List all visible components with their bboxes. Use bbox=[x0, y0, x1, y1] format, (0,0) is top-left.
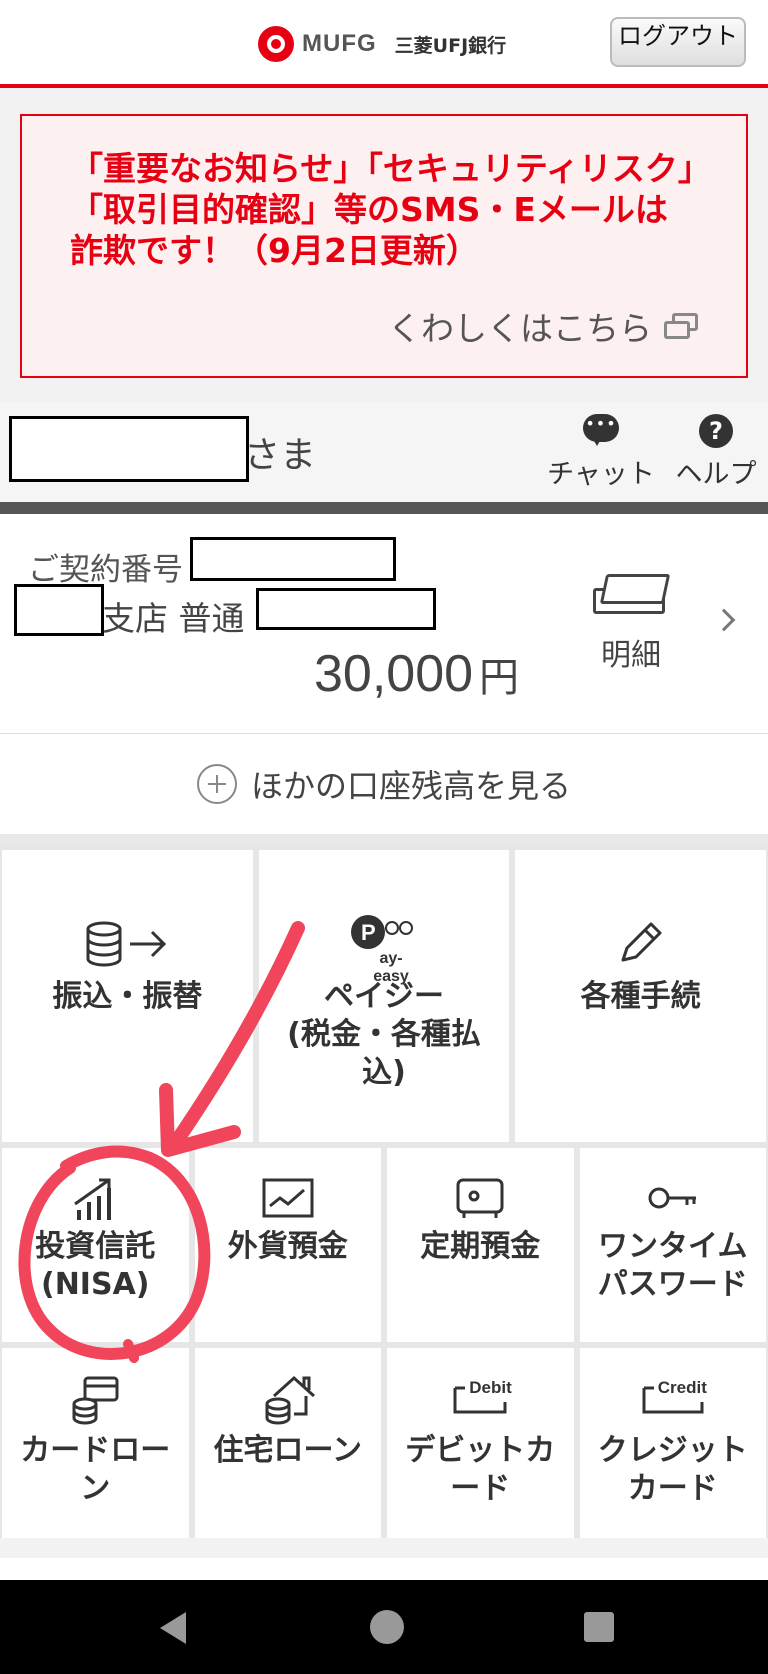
system-nav-bar bbox=[0, 1580, 768, 1674]
passbook-icon bbox=[593, 574, 671, 616]
fraud-notice-banner[interactable]: 「重要なお知らせ」「セキュリティリスク」「取引目的確認」等のSMS・Eメールは詐… bbox=[20, 114, 748, 378]
user-row: さま ••• チャット ? ヘルプ bbox=[0, 402, 768, 502]
redacted-name bbox=[9, 416, 249, 482]
menu-investment-trust[interactable]: 投資信託 (NISA) bbox=[2, 1148, 189, 1342]
safe-icon bbox=[452, 1176, 508, 1220]
payeasy-logo-text: ay-easy bbox=[373, 950, 409, 985]
account-balance: 30,000 円 bbox=[314, 644, 519, 704]
currency-unit: 円 bbox=[479, 656, 520, 700]
house-coins-icon bbox=[260, 1375, 316, 1425]
menu-payeasy[interactable]: P ay-easy ペイジー (税金・各種払込) bbox=[258, 850, 510, 1142]
menu-card-loan-label: カードローン bbox=[20, 1433, 171, 1506]
menu-one-time-password[interactable]: ワンタイム パスワード bbox=[579, 1148, 766, 1342]
notice-details-link[interactable]: くわしくはこちら bbox=[388, 302, 698, 350]
pencil-icon bbox=[613, 920, 669, 970]
help-button[interactable]: ? ヘルプ bbox=[666, 414, 766, 491]
divider bbox=[0, 502, 768, 514]
menu-time-deposit[interactable]: 定期預金 bbox=[387, 1148, 574, 1342]
statement-label: 明細 bbox=[601, 638, 661, 673]
external-window-icon bbox=[664, 313, 698, 339]
menu-housing-loan-label: 住宅ローン bbox=[213, 1433, 363, 1468]
svg-text:P: P bbox=[361, 920, 376, 945]
coins-arrow-icon bbox=[86, 920, 167, 970]
chat-bubble-icon: ••• bbox=[583, 414, 619, 446]
menu-procedures-label: 各種手続 bbox=[580, 979, 701, 1014]
menu-credit-label-1: クレジット bbox=[597, 1433, 748, 1468]
other-accounts-label: ほかの口座残高を見る bbox=[250, 767, 571, 805]
mufg-logo: MUFG 三菱UFJ銀行 bbox=[258, 26, 506, 62]
menu-transfer[interactable]: 振込・振替 bbox=[2, 850, 253, 1142]
credit-tag: Credit bbox=[657, 1378, 707, 1397]
back-icon[interactable] bbox=[160, 1612, 186, 1644]
menu-transfer-label: 振込・振替 bbox=[52, 979, 203, 1014]
logout-button[interactable]: ログアウト bbox=[610, 17, 746, 67]
redacted-account-number bbox=[256, 588, 436, 630]
menu-investment-label-1: 投資信託 bbox=[35, 1229, 156, 1264]
menu-otp-label-2: パスワード bbox=[597, 1267, 748, 1302]
honorific: さま bbox=[244, 435, 317, 476]
menu-credit-label-2: カード bbox=[627, 1471, 718, 1506]
menu-otp-label-1: ワンタイム bbox=[598, 1229, 748, 1264]
account-card[interactable]: ご契約番号 支店 普通 30,000 円 明細 bbox=[0, 514, 768, 734]
payeasy-logo-icon: P ay-easy bbox=[349, 912, 419, 985]
chevron-right-icon bbox=[712, 608, 736, 632]
menu-housing-loan[interactable]: 住宅ローン bbox=[194, 1348, 381, 1538]
balance-amount: 30,000 bbox=[314, 645, 474, 703]
menu-investment-label-2: (NISA) bbox=[40, 1267, 150, 1302]
menu-procedures[interactable]: 各種手続 bbox=[515, 850, 767, 1142]
app-header: MUFG 三菱UFJ銀行 ログアウト bbox=[0, 0, 768, 88]
menu-grid: 振込・振替 P ay-easy ペイジー (税金・各種払込) 各種手続 投資信託… bbox=[0, 846, 768, 1538]
menu-payeasy-label-2: (税金・各種払込) bbox=[287, 1017, 481, 1090]
chart-up-icon bbox=[67, 1176, 123, 1220]
menu-credit-card[interactable]: Credit クレジット カード bbox=[579, 1348, 766, 1538]
help-label: ヘルプ bbox=[675, 459, 757, 490]
home-icon[interactable] bbox=[370, 1610, 404, 1644]
help-icon: ? bbox=[698, 414, 734, 448]
mufg-logo-mark-icon bbox=[258, 26, 294, 62]
menu-debit-label-2: ード bbox=[450, 1471, 511, 1506]
debit-card-icon: Debit bbox=[445, 1378, 515, 1424]
menu-card-loan[interactable]: カードローン bbox=[2, 1348, 189, 1538]
contract-number-label: ご契約番号 bbox=[28, 552, 183, 588]
branch-type-label: 支店 普通 bbox=[102, 599, 245, 638]
redacted-contract-number bbox=[190, 537, 396, 581]
menu-foreign-deposit-label: 外貨預金 bbox=[227, 1229, 348, 1264]
chat-label: チャット bbox=[547, 459, 655, 490]
statement-button[interactable]: 明細 bbox=[588, 574, 674, 674]
recent-apps-icon[interactable] bbox=[584, 1612, 614, 1642]
menu-foreign-deposit[interactable]: 外貨預金 bbox=[194, 1148, 381, 1342]
brand-jp: 三菱UFJ銀行 bbox=[394, 34, 507, 57]
card-coins-icon bbox=[67, 1376, 123, 1425]
brand-en: MUFG bbox=[302, 30, 377, 57]
redacted-branch-name bbox=[14, 584, 104, 636]
plus-circle-icon bbox=[196, 764, 237, 804]
notice-link-label: くわしくはこちら bbox=[388, 309, 652, 348]
menu-time-deposit-label: 定期預金 bbox=[420, 1229, 541, 1264]
notice-text: 「重要なお知らせ」「セキュリティリスク」「取引目的確認」等のSMS・Eメールは詐… bbox=[70, 149, 695, 270]
debit-tag: Debit bbox=[469, 1378, 512, 1397]
credit-card-icon: Credit bbox=[634, 1378, 712, 1424]
key-icon bbox=[645, 1176, 701, 1220]
menu-debit-label-1: デビットカ bbox=[405, 1433, 556, 1468]
menu-debit-card[interactable]: Debit デビットカ ード bbox=[387, 1348, 574, 1538]
line-chart-icon bbox=[260, 1176, 316, 1220]
chat-button[interactable]: ••• チャット bbox=[546, 414, 656, 491]
other-accounts-button[interactable]: ほかの口座残高を見る bbox=[0, 734, 768, 846]
bottom-strip bbox=[0, 1558, 768, 1580]
